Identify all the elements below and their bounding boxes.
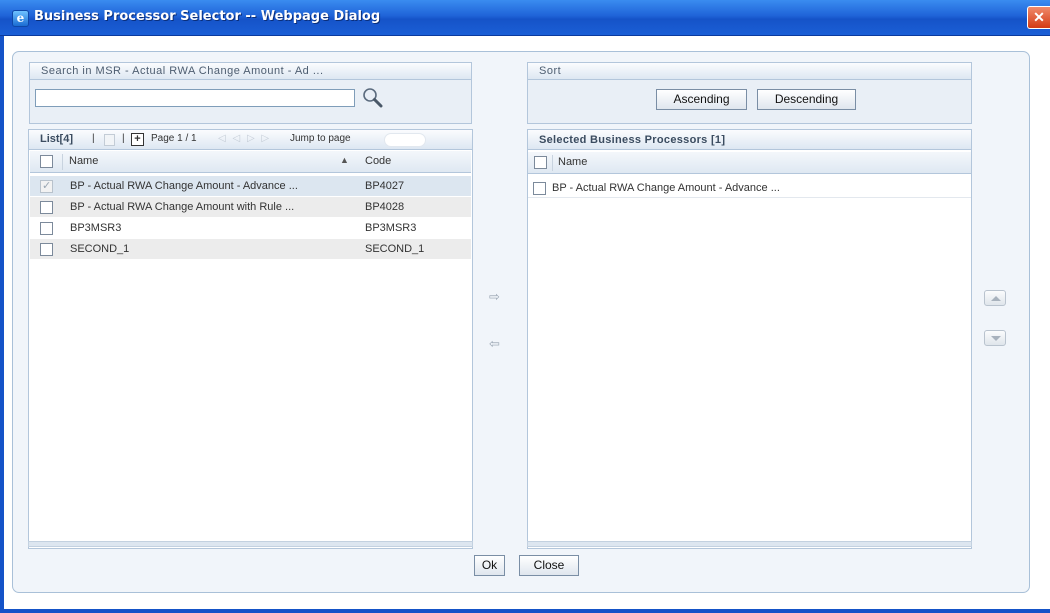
sort-asc-icon: ▲ bbox=[340, 155, 349, 165]
row-checkbox[interactable] bbox=[40, 222, 53, 235]
selected-panel-footer bbox=[527, 541, 972, 547]
title-bar: e Business Processor Selector -- Webpage… bbox=[0, 0, 1050, 36]
row-name: BP - Actual RWA Change Amount - Advance … bbox=[70, 180, 298, 192]
row-code: BP4028 bbox=[365, 201, 405, 213]
move-left-icon[interactable]: ⇦ bbox=[489, 337, 503, 351]
move-up-button[interactable] bbox=[984, 290, 1006, 306]
list-column-header: Name ▲ Code bbox=[30, 151, 471, 173]
jump-to-page-label: Jump to page bbox=[290, 133, 351, 144]
page-indicator: Page 1 / 1 bbox=[151, 133, 197, 144]
selected-name-column-header[interactable]: Name bbox=[558, 156, 587, 168]
arrow-up-icon bbox=[991, 296, 1001, 301]
select-all-checkbox[interactable] bbox=[40, 155, 53, 168]
ok-button[interactable]: Ok bbox=[474, 555, 505, 576]
toolbar-divider: | bbox=[122, 133, 125, 144]
row-checkbox[interactable] bbox=[40, 243, 53, 256]
search-icon[interactable] bbox=[360, 86, 384, 110]
arrow-down-icon bbox=[991, 336, 1001, 341]
column-divider bbox=[62, 154, 63, 170]
list-item[interactable]: BP3MSR3 BP3MSR3 bbox=[30, 218, 471, 238]
add-icon[interactable]: + bbox=[131, 133, 144, 146]
sort-panel: Sort bbox=[527, 62, 972, 124]
search-input[interactable] bbox=[35, 89, 355, 107]
list-toolbar: List[4] | | + Page 1 / 1 ◁ ◁ ▷ ▷ Jump to… bbox=[29, 130, 472, 150]
close-icon: ✕ bbox=[1033, 9, 1045, 25]
row-code: BP3MSR3 bbox=[365, 222, 417, 234]
selected-column-header: Name bbox=[528, 152, 971, 174]
row-checkbox[interactable] bbox=[40, 179, 53, 193]
column-divider bbox=[552, 155, 553, 171]
row-code: BP4027 bbox=[365, 180, 405, 192]
selected-select-all-checkbox[interactable] bbox=[534, 156, 547, 169]
jump-to-page-input[interactable] bbox=[384, 133, 426, 147]
row-name: SECOND_1 bbox=[70, 243, 130, 255]
list-item[interactable]: SECOND_1 SECOND_1 bbox=[30, 239, 471, 259]
list-item[interactable]: BP - Actual RWA Change Amount with Rule … bbox=[30, 197, 471, 217]
row-name: BP - Actual RWA Change Amount with Rule … bbox=[70, 201, 295, 213]
search-panel-title: Search in MSR - Actual RWA Change Amount… bbox=[30, 63, 471, 80]
list-title: List[4] bbox=[40, 133, 73, 145]
sort-descending-button[interactable]: Descending bbox=[757, 89, 856, 110]
code-column-header[interactable]: Code bbox=[365, 155, 391, 167]
move-right-icon[interactable]: ⇨ bbox=[489, 290, 503, 304]
sort-ascending-button[interactable]: Ascending bbox=[656, 89, 747, 110]
row-checkbox[interactable] bbox=[40, 201, 53, 214]
pager-arrows-icon: ◁ ◁ ▷ ▷ bbox=[218, 133, 272, 144]
window-close-button[interactable]: ✕ bbox=[1027, 6, 1050, 29]
view-icon[interactable] bbox=[104, 134, 115, 146]
list-item[interactable]: BP - Actual RWA Change Amount - Advance … bbox=[30, 176, 471, 196]
row-name: BP3MSR3 bbox=[70, 222, 122, 234]
row-code: SECOND_1 bbox=[365, 243, 425, 255]
move-down-button[interactable] bbox=[984, 330, 1006, 346]
selected-row-checkbox[interactable] bbox=[533, 182, 546, 195]
toolbar-divider: | bbox=[92, 133, 95, 144]
name-column-header[interactable]: Name bbox=[69, 155, 98, 167]
ie-icon: e bbox=[12, 10, 29, 27]
sort-panel-title: Sort bbox=[528, 63, 971, 80]
selected-panel-title: Selected Business Processors [1] bbox=[528, 130, 971, 150]
window-title: Business Processor Selector -- Webpage D… bbox=[34, 9, 381, 24]
selected-row-name: BP - Actual RWA Change Amount - Advance … bbox=[552, 182, 780, 194]
close-button[interactable]: Close bbox=[519, 555, 579, 576]
list-panel-footer bbox=[28, 541, 473, 547]
selected-list-item[interactable]: BP - Actual RWA Change Amount - Advance … bbox=[528, 178, 971, 198]
